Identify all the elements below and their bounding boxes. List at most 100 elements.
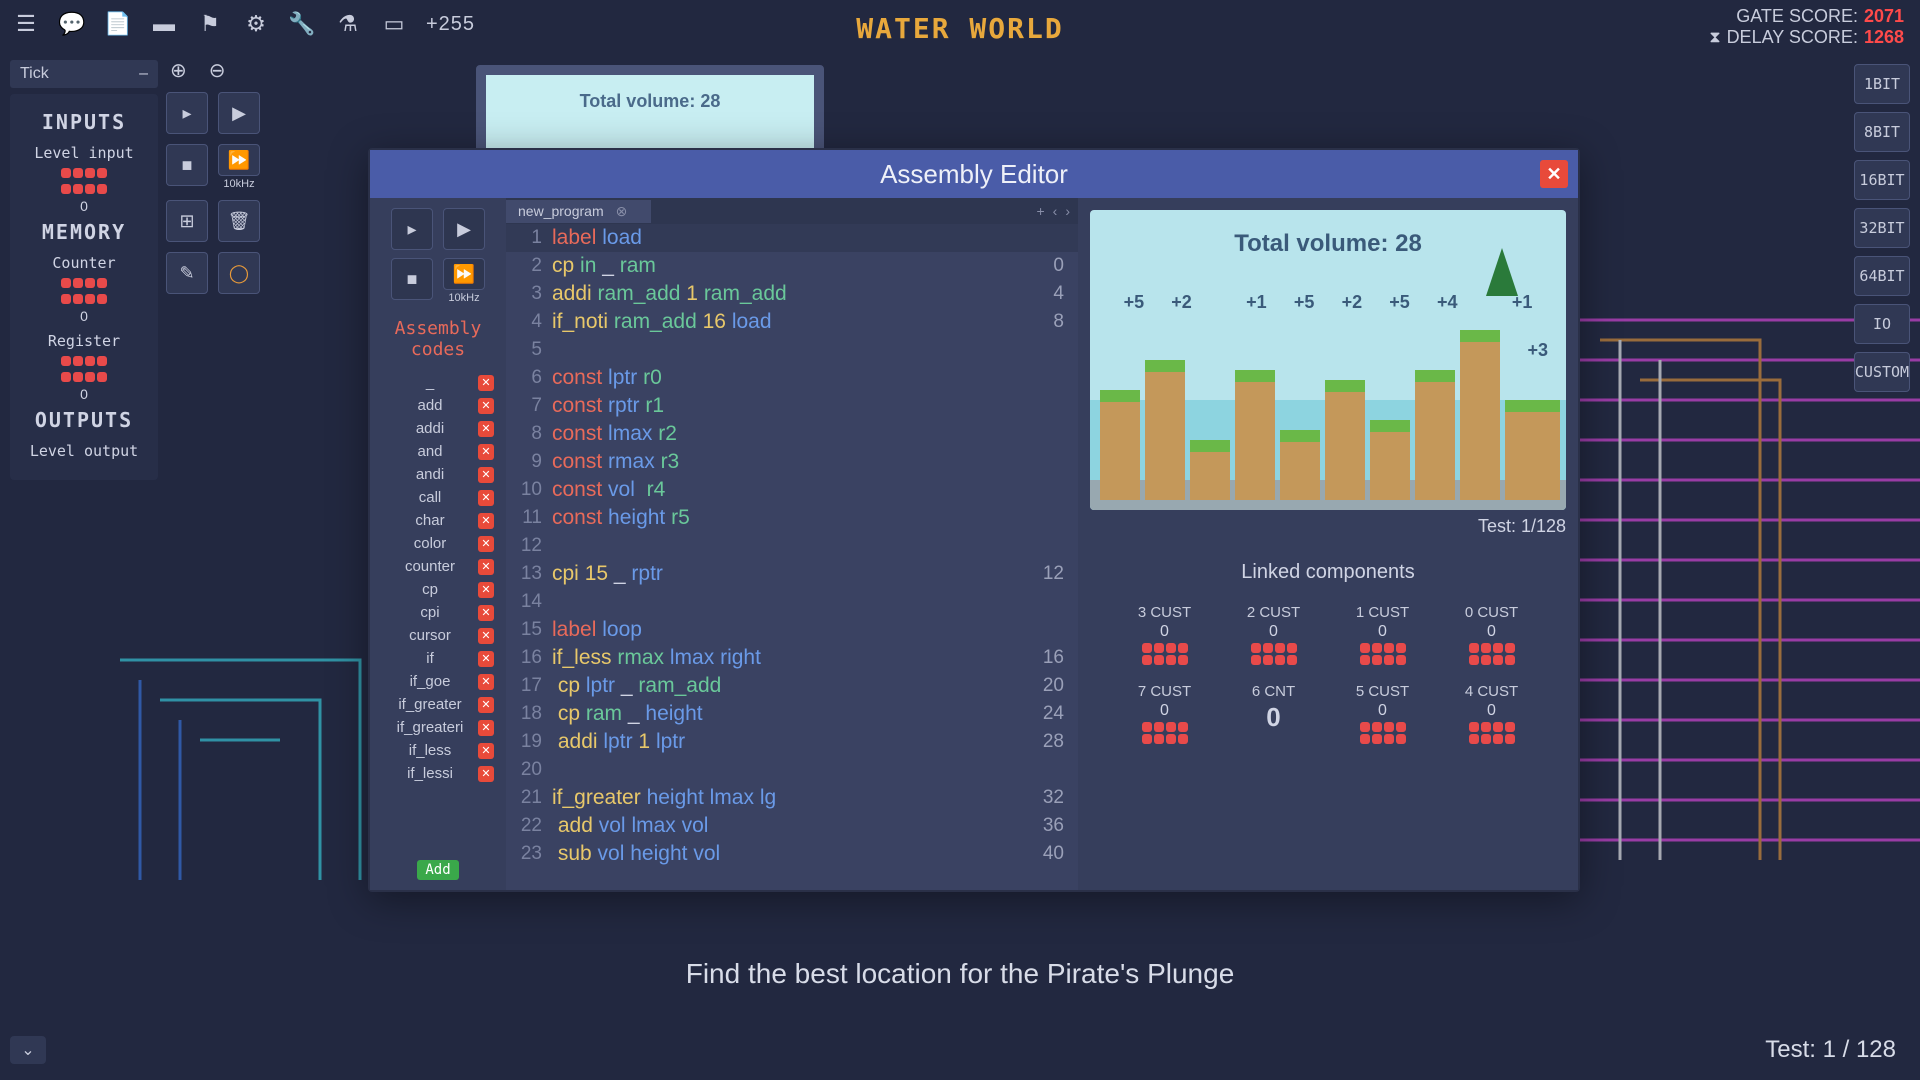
flask-icon[interactable]: ⚗ [334,10,362,38]
code-line[interactable]: 4if_noti ram_add 16 load8 [506,308,1078,336]
component-5-CUST[interactable]: 5 CUST0 [1338,683,1427,744]
code-line[interactable]: 23 sub vol height vol40 [506,840,1078,868]
fast-forward-button[interactable]: ⏩ [218,144,260,176]
add-badge[interactable]: Add [417,860,458,880]
code-line[interactable]: 12 [506,532,1078,560]
tab-new-program[interactable]: new_program ⊗ [506,200,651,223]
remove-icon[interactable]: ✕ [478,628,494,644]
remove-icon[interactable]: ✕ [478,743,494,759]
code-line[interactable]: 16if_less rmax lmax right16 [506,644,1078,672]
tree-icon[interactable]: ⚑ [196,10,224,38]
asm-opcode-_[interactable]: _✕ [378,374,498,391]
bit-button-1bit[interactable]: 1BIT [1854,64,1910,104]
wrench-icon[interactable]: 🔧 [288,10,316,38]
asm-play-button[interactable]: ▶ [443,208,485,250]
code-line[interactable]: 20 [506,756,1078,784]
code-line[interactable]: 14 [506,588,1078,616]
code-line[interactable]: 15label loop [506,616,1078,644]
asm-opcode-cursor[interactable]: cursor✕ [378,627,498,644]
remove-icon[interactable]: ✕ [478,674,494,690]
tab-add-icon[interactable]: + [1036,203,1044,219]
remove-icon[interactable]: ✕ [478,720,494,736]
component-7-CUST[interactable]: 7 CUST0 [1120,683,1209,744]
select-button[interactable]: ⊞ [166,200,208,242]
asm-opcode-and[interactable]: and✕ [378,443,498,460]
gear-icon[interactable]: ⚙ [242,10,270,38]
asm-opcode-if_lessi[interactable]: if_lessi✕ [378,765,498,782]
bit-button-8bit[interactable]: 8BIT [1854,112,1910,152]
code-line[interactable]: 3addi ram_add 1 ram_add4 [506,280,1078,308]
step-button[interactable]: ▸ [166,92,208,134]
remove-icon[interactable]: ✕ [478,559,494,575]
expand-button[interactable]: ⌄ [10,1036,46,1064]
code-line[interactable]: 8const lmax r2 [506,420,1078,448]
asm-opcode-counter[interactable]: counter✕ [378,558,498,575]
asm-opcode-if[interactable]: if✕ [378,650,498,667]
bit-button-16bit[interactable]: 16BIT [1854,160,1910,200]
code-line[interactable]: 5 [506,336,1078,364]
remove-icon[interactable]: ✕ [478,536,494,552]
tab-next-icon[interactable]: › [1065,203,1070,219]
bit-button-32bit[interactable]: 32BIT [1854,208,1910,248]
asm-opcode-cp[interactable]: cp✕ [378,581,498,598]
remove-icon[interactable]: ✕ [478,766,494,782]
asm-opcode-if_goe[interactable]: if_goe✕ [378,673,498,690]
asm-opcode-if_greater[interactable]: if_greater✕ [378,696,498,713]
code-line[interactable]: 7const rptr r1 [506,392,1078,420]
component-1-CUST[interactable]: 1 CUST0 [1338,604,1427,665]
edit-button[interactable]: ✎ [166,252,208,294]
code-line[interactable]: 6const lptr r0 [506,364,1078,392]
remove-icon[interactable]: ✕ [478,490,494,506]
chat-icon[interactable]: 💬 [58,10,86,38]
asm-opcode-if_less[interactable]: if_less✕ [378,742,498,759]
chip-icon[interactable]: ▭ [380,10,408,38]
component-2-CUST[interactable]: 2 CUST0 [1229,604,1318,665]
remove-icon[interactable]: ✕ [478,375,494,391]
code-line[interactable]: 9const rmax r3 [506,448,1078,476]
book-icon[interactable]: ▬ [150,10,178,38]
remove-icon[interactable]: ✕ [478,398,494,414]
remove-icon[interactable]: ✕ [478,605,494,621]
asm-stop-button[interactable]: ■ [391,258,433,300]
code-line[interactable]: 17 cp lptr _ ram_add20 [506,672,1078,700]
delete-button[interactable]: 🗑 [218,200,260,242]
remove-icon[interactable]: ✕ [478,444,494,460]
tab-close-icon[interactable]: ⊗ [616,203,628,220]
file-icon[interactable]: 📄 [104,10,132,38]
component-0-CUST[interactable]: 0 CUST0 [1447,604,1536,665]
code-line[interactable]: 13cpi 15 _ rptr12 [506,560,1078,588]
bit-button-64bit[interactable]: 64BIT [1854,256,1910,296]
menu-icon[interactable]: ☰ [12,10,40,38]
code-line[interactable]: 11const height r5 [506,504,1078,532]
code-area[interactable]: 1label load2cp in _ ram03addi ram_add 1 … [506,224,1078,890]
code-line[interactable]: 21if_greater height lmax lg32 [506,784,1078,812]
tick-selector[interactable]: Tick – [10,60,158,88]
code-line[interactable]: 1label load [506,224,1078,252]
component-4-CUST[interactable]: 4 CUST0 [1447,683,1536,744]
remove-icon[interactable]: ✕ [478,513,494,529]
zoom-in-icon[interactable]: ⊕ [170,58,187,83]
asm-opcode-addi[interactable]: addi✕ [378,420,498,437]
asm-opcode-color[interactable]: color✕ [378,535,498,552]
asm-ff-button[interactable]: ⏩ [443,258,485,290]
component-3-CUST[interactable]: 3 CUST0 [1120,604,1209,665]
bit-button-io[interactable]: IO [1854,304,1910,344]
asm-step-button[interactable]: ▸ [391,208,433,250]
refresh-button[interactable]: ◯ [218,252,260,294]
remove-icon[interactable]: ✕ [478,651,494,667]
remove-icon[interactable]: ✕ [478,582,494,598]
asm-opcode-andi[interactable]: andi✕ [378,466,498,483]
close-button[interactable]: ✕ [1540,160,1568,188]
asm-opcode-cpi[interactable]: cpi✕ [378,604,498,621]
asm-opcode-if_greateri[interactable]: if_greateri✕ [378,719,498,736]
plus-count[interactable]: +255 [426,13,475,36]
play-button[interactable]: ▶ [218,92,260,134]
bit-button-custom[interactable]: CUSTOM [1854,352,1910,392]
code-line[interactable]: 2cp in _ ram0 [506,252,1078,280]
code-line[interactable]: 10const vol r4 [506,476,1078,504]
code-line[interactable]: 19 addi lptr 1 lptr28 [506,728,1078,756]
zoom-out-icon[interactable]: ⊖ [209,58,226,83]
code-line[interactable]: 18 cp ram _ height24 [506,700,1078,728]
remove-icon[interactable]: ✕ [478,421,494,437]
remove-icon[interactable]: ✕ [478,467,494,483]
